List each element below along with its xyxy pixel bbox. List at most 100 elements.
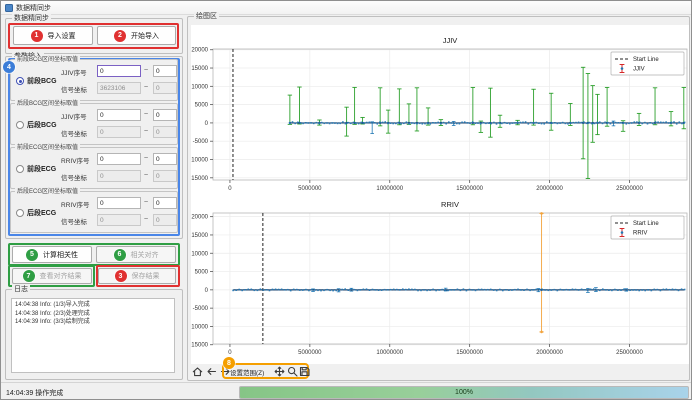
svg-text:Start Line: Start Line: [633, 221, 659, 227]
correlation-align-label: 相关对齐: [131, 250, 159, 260]
plot-group-label: 绘图区: [194, 12, 219, 21]
view-align-result-label: 查看对齐结果: [40, 271, 82, 281]
svg-text:20000: 20000: [191, 215, 208, 221]
mark-3: 3: [115, 270, 127, 282]
param-section-rear-ecg: 后段ECG区间坐标取值 后段ECG RRIV序号 ~ 信号坐标 ~: [10, 191, 178, 233]
field-label: 信号坐标: [61, 128, 87, 138]
svg-text:-5000: -5000: [193, 139, 209, 145]
svg-text:-15000: -15000: [191, 176, 209, 182]
tilde-separator: ~: [144, 216, 148, 223]
import-settings-button[interactable]: 1 导入设置: [13, 26, 93, 45]
set-range-button[interactable]: 设置范围(Z): [230, 367, 264, 377]
field-row: 信号坐标 ~: [11, 214, 177, 227]
status-message: 14:04:39 操作完成: [6, 388, 63, 398]
svg-text:-10000: -10000: [191, 158, 209, 164]
field-row: JJIV序号 ~: [11, 65, 177, 78]
jjiv-index-to-input[interactable]: [153, 109, 177, 121]
svg-text:5000000: 5000000: [298, 350, 322, 356]
mark-4: 4: [3, 61, 15, 73]
window-title: 数据精同步: [16, 3, 51, 13]
svg-text:25000000: 25000000: [616, 350, 643, 356]
jjiv-index-from-input[interactable]: [97, 109, 141, 121]
app-window: 数据精同步 数据精同步 1 导入设置 2 开始导入 参数输入 4 前段BCG区间…: [0, 0, 692, 400]
svg-text:25000000: 25000000: [616, 186, 643, 192]
mark-1: 1: [31, 30, 43, 42]
svg-text:10000000: 10000000: [376, 350, 403, 356]
field-row: RRIV序号 ~: [11, 153, 177, 166]
log-textarea[interactable]: 14:04:38 Info: (1/3)导入完成 14:04:38 Info: …: [11, 298, 175, 373]
pan-icon[interactable]: [273, 365, 286, 378]
rriv-index-from-input[interactable]: [97, 197, 141, 209]
svg-text:15000: 15000: [191, 233, 208, 239]
svg-text:JJIV: JJIV: [443, 36, 458, 45]
rriv-index-to-input[interactable]: [153, 197, 177, 209]
svg-text:RRIV: RRIV: [633, 231, 647, 237]
log-line: 14:04:39 Info: (3/3)绘制完成: [15, 318, 171, 327]
view-align-result-button[interactable]: 7 查看对齐结果: [12, 268, 92, 284]
back-arrow-icon[interactable]: [205, 365, 218, 378]
svg-text:-5000: -5000: [193, 306, 209, 312]
field-row: 信号坐标 ~: [11, 170, 177, 183]
save-result-label: 保存结果: [132, 271, 160, 281]
log-line: 14:04:38 Info: (1/3)导入完成: [15, 301, 171, 310]
save-result-button[interactable]: 3 保存结果: [98, 268, 176, 284]
mark-7: 7: [23, 270, 35, 282]
mark-6: 6: [114, 249, 126, 261]
svg-text:10000: 10000: [191, 84, 208, 90]
svg-text:10000: 10000: [191, 251, 208, 257]
svg-text:15000: 15000: [191, 66, 208, 72]
svg-text:10000000: 10000000: [376, 186, 403, 192]
svg-text:5000000: 5000000: [298, 186, 322, 192]
correlation-align-button[interactable]: 6 相关对齐: [96, 246, 176, 263]
tilde-separator: ~: [144, 172, 148, 179]
svg-text:5000: 5000: [195, 270, 209, 276]
tilde-separator: ~: [144, 111, 148, 118]
home-icon[interactable]: [191, 365, 204, 378]
mark-8: 8: [223, 357, 235, 369]
section-title: 前段ECG区间坐标取值: [15, 144, 80, 152]
rriv-index-from-input[interactable]: [97, 153, 141, 165]
signal-coord-from-input: [97, 170, 141, 182]
svg-text:5000: 5000: [195, 103, 209, 109]
jjiv-chart[interactable]: 0500000010000000150000002000000025000000…: [191, 29, 689, 196]
signal-coord-from-input: [97, 126, 141, 138]
svg-text:-15000: -15000: [191, 343, 209, 349]
tilde-separator: ~: [144, 67, 148, 74]
param-section-front-bcg: 前段BCG区间坐标取值 前段BCG JJIV序号 ~ 信号坐标 ~: [10, 59, 178, 101]
field-label: RRIV序号: [61, 199, 90, 209]
field-label: RRIV序号: [61, 155, 90, 165]
rriv-chart[interactable]: 0500000010000000150000002000000025000000…: [191, 197, 689, 364]
svg-text:-10000: -10000: [191, 324, 209, 330]
svg-text:20000000: 20000000: [536, 186, 563, 192]
field-label: JJIV序号: [61, 67, 87, 77]
field-label: 信号坐标: [61, 172, 87, 182]
section-title: 后段BCG区间坐标取值: [15, 100, 80, 108]
field-row: 信号坐标 ~: [11, 82, 177, 95]
sync-group-label: 数据精同步: [12, 14, 51, 23]
log-line: 14:04:38 Info: (2/3)处理完成: [15, 310, 171, 319]
tilde-separator: ~: [144, 84, 148, 91]
status-bar: 14:04:39 操作完成 100%: [1, 382, 691, 400]
rriv-index-to-input[interactable]: [153, 153, 177, 165]
jjiv-index-from-input[interactable]: [97, 65, 141, 77]
field-row: JJIV序号 ~: [11, 109, 177, 122]
jjiv-index-to-input[interactable]: [153, 65, 177, 77]
start-import-button[interactable]: 2 开始导入: [97, 26, 176, 45]
log-group-label: 日志: [12, 285, 30, 294]
signal-coord-to-input: [153, 214, 177, 226]
section-title: 前段BCG区间坐标取值: [15, 56, 80, 64]
field-row: 信号坐标 ~: [11, 126, 177, 139]
calc-correlation-button[interactable]: 5 计算相关性: [12, 246, 92, 263]
svg-text:Start Line: Start Line: [633, 57, 659, 63]
mark-5: 5: [26, 249, 38, 261]
signal-coord-from-input: [97, 82, 141, 94]
svg-text:20000: 20000: [191, 48, 208, 54]
svg-text:15000000: 15000000: [456, 186, 483, 192]
save-figure-icon[interactable]: [298, 365, 311, 378]
calc-correlation-label: 计算相关性: [43, 250, 78, 260]
start-import-label: 开始导入: [131, 31, 159, 41]
svg-text:15000000: 15000000: [456, 350, 483, 356]
svg-text:JJIV: JJIV: [633, 67, 645, 73]
signal-coord-to-input: [153, 170, 177, 182]
signal-coord-to-input: [153, 82, 177, 94]
